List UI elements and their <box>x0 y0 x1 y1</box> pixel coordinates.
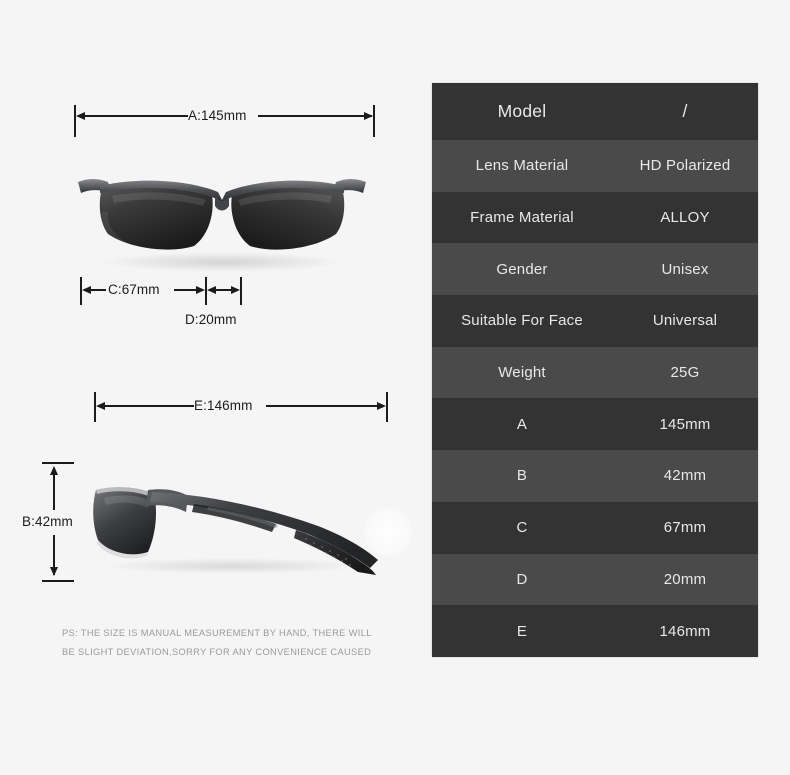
spec-key: Frame Material <box>470 209 574 227</box>
spec-value: / <box>682 101 688 121</box>
spec-value: 42mm <box>663 467 707 485</box>
dimension-a-cap-right <box>373 105 375 137</box>
dimension-d-label: D:20mm <box>185 312 237 327</box>
dimension-b-cap-bottom <box>42 580 74 582</box>
spec-key: Gender <box>496 260 548 278</box>
spec-value: HD Polarized <box>639 157 731 175</box>
dimension-c-arrow-right <box>196 285 205 294</box>
dimension-b-label: B:42mm <box>22 514 73 529</box>
dimension-d-cap-right <box>240 277 242 305</box>
spec-value: ALLOY <box>660 209 710 227</box>
dimension-e-label: E:146mm <box>194 398 253 413</box>
dimension-e-cap-right <box>386 392 388 422</box>
spec-key: A <box>516 415 528 433</box>
dimension-b-cap-top <box>42 462 74 464</box>
spec-key: B <box>516 467 528 485</box>
spec-value: 146mm <box>659 622 711 640</box>
disclaimer-line-1: PS: THE SIZE IS MANUAL MEASUREMENT BY HA… <box>62 628 372 638</box>
dimension-d-arrow-left <box>207 285 216 294</box>
table-row-d: D 20mm <box>432 553 758 606</box>
table-row-model: Model / <box>432 83 758 140</box>
spec-key: Model <box>497 101 547 121</box>
sunglasses-front-view-image <box>78 179 366 272</box>
spec-key: Suitable For Face <box>461 312 583 330</box>
spec-key: Lens Material <box>475 157 569 175</box>
dimension-a-cap-left <box>74 105 76 137</box>
dimension-a-label: A:145mm <box>188 108 247 123</box>
dimension-e-rule-left <box>98 405 194 407</box>
specification-table: Model / Lens Material HD Polarized Frame… <box>432 83 758 657</box>
dimension-c-label: C:67mm <box>108 282 160 297</box>
product-diagram-panel: A:145mm C:67mm D:20mm E:146mm B:42mm PS:… <box>0 0 430 775</box>
dimension-c-arrow-left <box>82 285 91 294</box>
spec-value: Unisex <box>661 260 709 278</box>
table-row-c: C 67mm <box>432 501 758 554</box>
spec-value: 20mm <box>663 570 707 588</box>
table-row-b: B 42mm <box>432 450 758 502</box>
measurement-disclaimer: PS: THE SIZE IS MANUAL MEASUREMENT BY HA… <box>62 624 402 662</box>
dimension-b-arrow-up <box>49 466 58 475</box>
table-row-gender: Gender Unisex <box>432 243 758 296</box>
spec-value: Universal <box>652 312 718 330</box>
spec-value: 67mm <box>663 519 707 537</box>
table-row-suitable-for-face: Suitable For Face Universal <box>432 295 758 347</box>
spec-key: E <box>516 622 528 640</box>
disclaimer-line-2: BE SLIGHT DEVIATION,SORRY FOR ANY CONVEN… <box>62 647 372 657</box>
highlight-glow <box>364 508 412 556</box>
dimension-a-arrow-right <box>364 111 373 120</box>
dimension-a-arrow-left <box>76 111 85 120</box>
dimension-d-arrow-right <box>231 285 240 294</box>
table-row-a: A 145mm <box>432 398 758 451</box>
dimension-b-arrow-down <box>49 567 58 576</box>
spec-key: D <box>516 570 528 588</box>
spec-value: 25G <box>670 364 700 382</box>
table-row-lens-material: Lens Material HD Polarized <box>432 140 758 192</box>
spec-value: 145mm <box>659 415 711 433</box>
spec-key: Weight <box>498 364 546 382</box>
dimension-a-rule-left <box>78 115 188 117</box>
dimension-a-rule-right <box>258 115 372 117</box>
dimension-e-rule-right <box>266 405 378 407</box>
table-row-e: E 146mm <box>432 605 758 657</box>
table-row-weight: Weight 25G <box>432 346 758 399</box>
spec-key: C <box>516 519 528 537</box>
sunglasses-side-view-image <box>93 487 378 575</box>
table-row-frame-material: Frame Material ALLOY <box>432 191 758 244</box>
dimension-e-arrow-left <box>96 401 105 410</box>
dimension-e-arrow-right <box>377 401 386 410</box>
